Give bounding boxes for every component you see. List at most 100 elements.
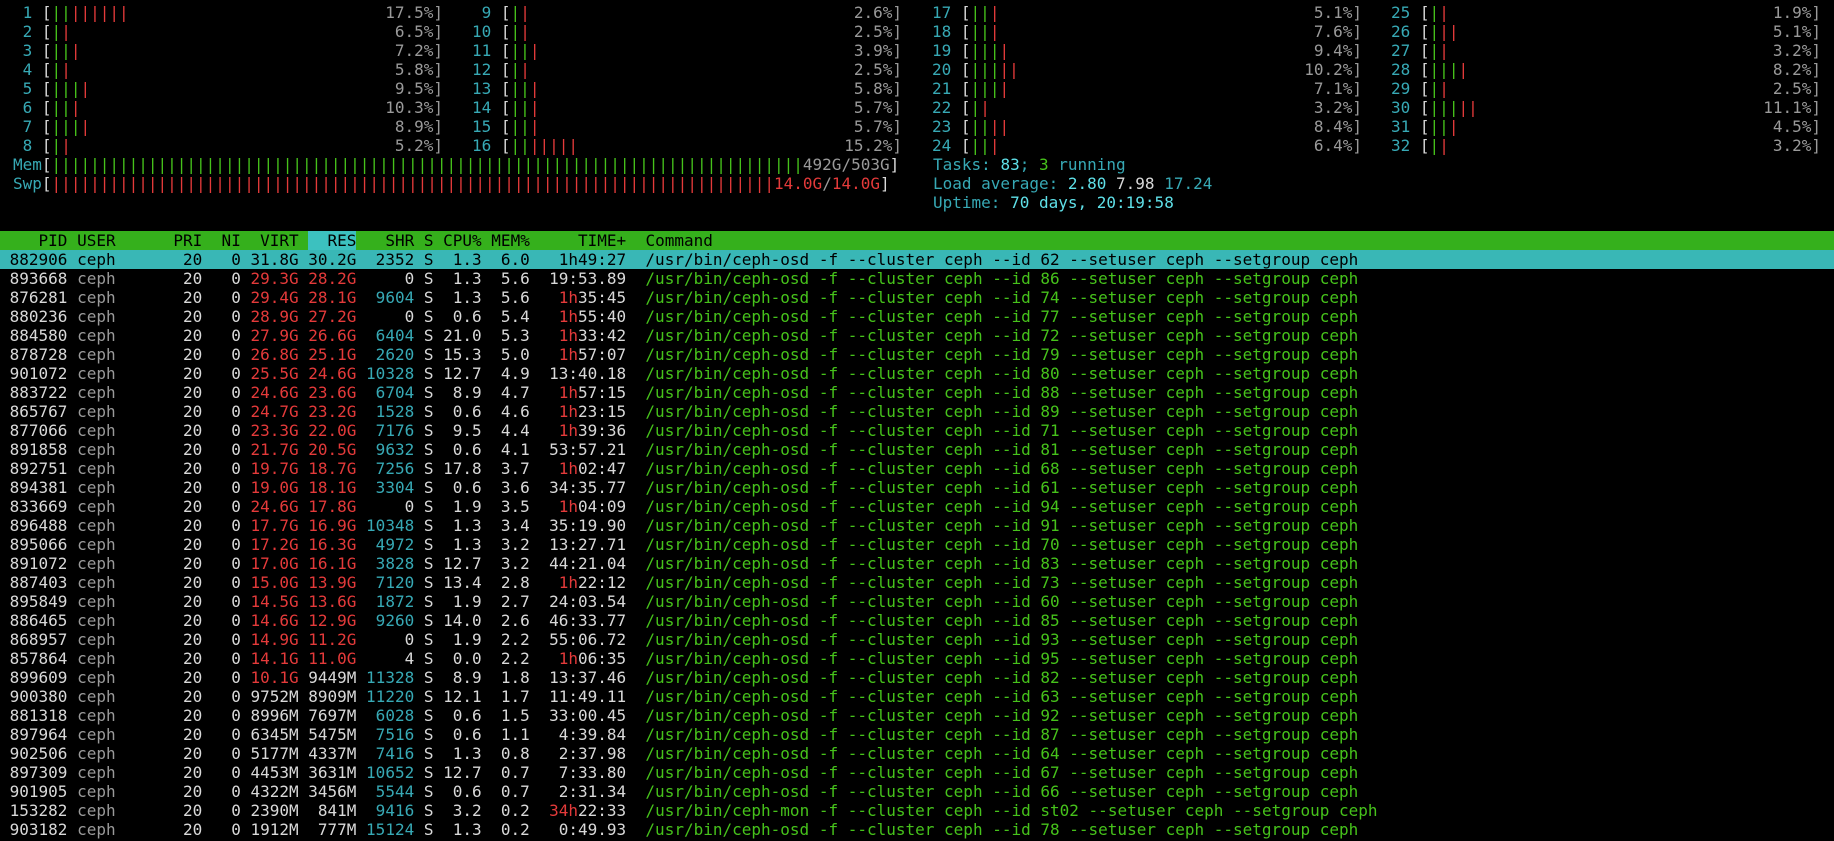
- process-mem: 1.1: [491, 725, 540, 744]
- cpu-usage-bar: |: [1439, 79, 1449, 98]
- process-row[interactable]: 900380 ceph 20 0 9752M 8909M 11220 S 12.…: [0, 687, 1834, 706]
- process-shr: 2620: [366, 345, 424, 364]
- cpu-id: 20: [932, 60, 961, 79]
- process-pri: 20: [173, 307, 212, 326]
- process-mem: 4.9: [491, 364, 540, 383]
- header-cpu[interactable]: CPU%: [443, 231, 491, 250]
- process-time: 13:40.18: [549, 364, 646, 383]
- process-row[interactable]: 880236 ceph 20 0 28.9G 27.2G 0 S 0.6 5.4…: [0, 307, 1834, 326]
- cpu-id: 9: [472, 3, 501, 22]
- process-pri: 20: [173, 668, 212, 687]
- process-res: 23.2G: [308, 402, 367, 421]
- process-time: 1h33:42: [558, 326, 646, 345]
- process-virt: 29.3G: [250, 269, 309, 288]
- cpu-meter-5: 5 [|||| 9.5%]: [13, 79, 443, 98]
- process-row[interactable]: 896488 ceph 20 0 17.7G 16.9G 10348 S 1.3…: [0, 516, 1834, 535]
- process-row[interactable]: 902506 ceph 20 0 5177M 4337M 7416 S 1.3 …: [0, 744, 1834, 763]
- process-cpu: 1.3: [443, 288, 492, 307]
- process-row[interactable]: 833669 ceph 20 0 24.6G 17.8G 0 S 1.9 3.5…: [0, 497, 1834, 516]
- header-mem[interactable]: MEM%: [491, 231, 539, 250]
- process-row[interactable]: 897309 ceph 20 0 4453M 3631M 10652 S 12.…: [0, 763, 1834, 782]
- process-cpu: 0.6: [443, 440, 492, 459]
- process-state: S: [423, 611, 444, 630]
- process-row[interactable]: 891858 ceph 20 0 21.7G 20.5G 9632 S 0.6 …: [0, 440, 1834, 459]
- process-row[interactable]: 903182 ceph 20 0 1912M 777M 15124 S 1.3 …: [0, 820, 1834, 839]
- process-row[interactable]: 901072 ceph 20 0 25.5G 24.6G 10328 S 12.…: [0, 364, 1834, 383]
- process-pid: 897964: [0, 725, 78, 744]
- cpu-usage-bar: ||: [510, 79, 530, 98]
- process-row[interactable]: 884580 ceph 20 0 27.9G 26.6G 6404 S 21.0…: [0, 326, 1834, 345]
- process-row[interactable]: 153282 ceph 20 0 2390M 841M 9416 S 3.2 0…: [0, 801, 1834, 820]
- process-row[interactable]: 857864 ceph 20 0 14.1G 11.0G 4 S 0.0 2.2…: [0, 649, 1834, 668]
- process-row[interactable]: 895849 ceph 20 0 14.5G 13.6G 1872 S 1.9 …: [0, 592, 1834, 611]
- cpu-percent: 15.2%]: [844, 136, 902, 155]
- process-row[interactable]: 899609 ceph 20 0 10.1G 9449M 11328 S 8.9…: [0, 668, 1834, 687]
- process-virt: 29.4G: [250, 288, 309, 307]
- process-mem: 2.6: [491, 611, 540, 630]
- process-shr: 11328: [366, 668, 424, 687]
- process-row[interactable]: 886465 ceph 20 0 14.6G 12.9G 9260 S 14.0…: [0, 611, 1834, 630]
- process-row[interactable]: 876281 ceph 20 0 29.4G 28.1G 9604 S 1.3 …: [0, 288, 1834, 307]
- process-user: ceph: [77, 402, 174, 421]
- process-pid: 881318: [0, 706, 78, 725]
- cpu-usage-bar: |: [61, 60, 71, 79]
- swap-total: 14.0G: [831, 174, 880, 193]
- process-state: S: [423, 820, 444, 839]
- cpu-usage-bar: |: [510, 22, 521, 41]
- process-row[interactable]: 895066 ceph 20 0 17.2G 16.3G 4972 S 1.3 …: [0, 535, 1834, 554]
- process-row[interactable]: 883722 ceph 20 0 24.6G 23.6G 6704 S 8.9 …: [0, 383, 1834, 402]
- cpu-percent: 2.5%]: [853, 22, 902, 41]
- process-res: 11.2G: [308, 630, 367, 649]
- header-pid[interactable]: PID: [0, 231, 77, 250]
- process-cpu: 8.9: [443, 383, 492, 402]
- header-ni[interactable]: NI: [212, 231, 251, 250]
- process-cpu: 3.2: [443, 801, 492, 820]
- header-user[interactable]: USER: [77, 231, 173, 250]
- cpu-id: 10: [472, 22, 501, 41]
- header-time[interactable]: TIME+: [539, 231, 645, 250]
- process-row[interactable]: 877066 ceph 20 0 23.3G 22.0G 7176 S 9.5 …: [0, 421, 1834, 440]
- swap-label: Swp: [13, 174, 42, 193]
- cpu-usage-bar: ||: [1439, 22, 1459, 41]
- process-command: /usr/bin/ceph-osd -f --cluster ceph --id…: [645, 744, 1359, 763]
- header-state[interactable]: S: [424, 231, 443, 250]
- process-row[interactable]: 881318 ceph 20 0 8996M 7697M 6028 S 0.6 …: [0, 706, 1834, 725]
- process-row[interactable]: 891072 ceph 20 0 17.0G 16.1G 3828 S 12.7…: [0, 554, 1834, 573]
- process-row[interactable]: 865767 ceph 20 0 24.7G 23.2G 1528 S 0.6 …: [0, 402, 1834, 421]
- header-shr[interactable]: SHR: [356, 231, 423, 250]
- process-cpu: 0.6: [443, 706, 492, 725]
- process-shr: 4972: [366, 535, 424, 554]
- process-time: 24:03.54: [549, 592, 646, 611]
- process-command: /usr/bin/ceph-osd -f --cluster ceph --id…: [645, 402, 1359, 421]
- process-shr: 10652: [366, 763, 424, 782]
- process-row[interactable]: 882906 ceph 20 0 31.8G 30.2G 2352 S 1.3 …: [0, 250, 1834, 269]
- process-row[interactable]: 894381 ceph 20 0 19.0G 18.1G 3304 S 0.6 …: [0, 478, 1834, 497]
- process-row[interactable]: 868957 ceph 20 0 14.9G 11.2G 0 S 1.9 2.2…: [0, 630, 1834, 649]
- header-virt[interactable]: VIRT: [250, 231, 308, 250]
- cpu-percent: 5.7%]: [853, 98, 902, 117]
- process-row[interactable]: 892751 ceph 20 0 19.7G 18.7G 7256 S 17.8…: [0, 459, 1834, 478]
- process-command: /usr/bin/ceph-osd -f --cluster ceph --id…: [645, 687, 1359, 706]
- cpu-id: 21: [932, 79, 961, 98]
- process-ni: 0: [211, 668, 251, 687]
- header-pri[interactable]: PRI: [173, 231, 212, 250]
- process-res: 7697M: [308, 706, 367, 725]
- cpu-meter-16: 16 [||||||| 15.2%]: [472, 136, 902, 155]
- process-row[interactable]: 887403 ceph 20 0 15.0G 13.9G 7120 S 13.4…: [0, 573, 1834, 592]
- header-res[interactable]: RES: [308, 231, 357, 250]
- header-command[interactable]: Command: [645, 231, 712, 250]
- process-pri: 20: [173, 782, 212, 801]
- cpu-id: 14: [472, 98, 501, 117]
- process-time: 13:37.46: [549, 668, 646, 687]
- cpu-meter-27: 27 [|| 3.2%]: [1391, 41, 1821, 60]
- process-row[interactable]: 901905 ceph 20 0 4322M 3456M 5544 S 0.6 …: [0, 782, 1834, 801]
- process-pri: 20: [173, 744, 212, 763]
- process-state: S: [423, 269, 444, 288]
- process-row[interactable]: 893668 ceph 20 0 29.3G 28.2G 0 S 1.3 5.6…: [0, 269, 1834, 288]
- process-row[interactable]: 878728 ceph 20 0 26.8G 25.1G 2620 S 15.3…: [0, 345, 1834, 364]
- process-time: 1h22:12: [558, 573, 646, 592]
- process-virt: 6345M: [250, 725, 309, 744]
- process-row[interactable]: 897964 ceph 20 0 6345M 5475M 7516 S 0.6 …: [0, 725, 1834, 744]
- process-command: /usr/bin/ceph-osd -f --cluster ceph --id…: [645, 383, 1359, 402]
- process-command: /usr/bin/ceph-osd -f --cluster ceph --id…: [645, 478, 1359, 497]
